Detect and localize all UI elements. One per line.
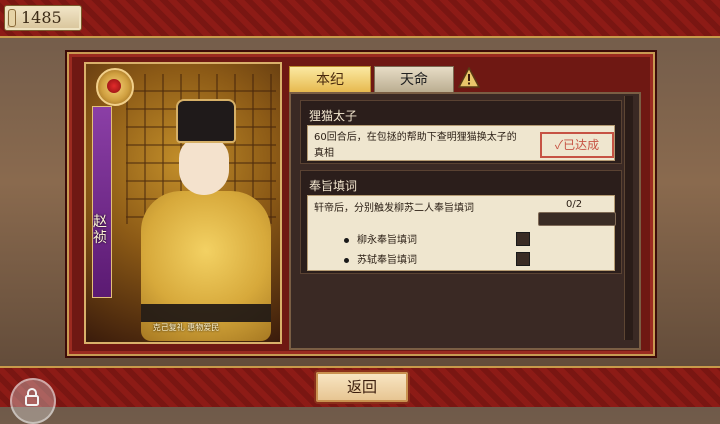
character-name: 赵祯 <box>93 214 107 246</box>
subtask-item: 柳永奉旨填词 <box>344 231 417 246</box>
name-plate <box>92 106 112 298</box>
quest-description: 60回合后，在包拯的帮助下查明狸猫换太子的真相 <box>314 132 517 159</box>
subtask-item: 苏轼奉旨填词 <box>344 251 417 266</box>
quest-card: 奉旨填词 轩帝后，分别触发柳苏二人奉旨填词 0/2 柳永奉旨填词 苏轼奉旨填词 <box>300 170 622 274</box>
lock-icon <box>25 388 39 406</box>
scroll-icon <box>8 9 16 27</box>
subtask-checkbox[interactable] <box>516 232 530 246</box>
top-bar <box>0 0 720 38</box>
progress-bar <box>538 212 616 226</box>
portrait-caption: 克己复礼 惠物爱民 <box>152 323 220 332</box>
subtask-label: 苏轼奉旨填词 <box>357 255 417 266</box>
tab-benji[interactable]: 本纪 <box>289 66 371 93</box>
quest-requirement: 轩帝后，分别触发柳苏二人奉旨填词 <box>314 203 474 214</box>
currency-value: 1485 <box>21 8 62 27</box>
bullet-icon <box>344 257 349 263</box>
character-portrait: 赵祯 克己复礼 惠物爱民 <box>84 62 282 344</box>
quest-body: 60回合后，在包拯的帮助下查明狸猫换太子的真相 ✓已达成 <box>307 125 615 161</box>
back-button[interactable]: 返回 <box>314 370 410 404</box>
currency-badge: 1485 <box>4 5 82 31</box>
quest-title: 奉旨填词 <box>309 179 358 193</box>
quest-body: 轩帝后，分别触发柳苏二人奉旨填词 0/2 柳永奉旨填词 苏轼奉旨填词 <box>307 195 616 271</box>
emperor-figure <box>141 99 271 341</box>
tab-tianming[interactable]: 天命 <box>374 66 454 94</box>
warning-icon[interactable] <box>458 67 480 89</box>
progress-text: 0/2 <box>566 199 583 210</box>
quest-title: 狸猫太子 <box>309 109 358 123</box>
completed-stamp: ✓已达成 <box>540 132 614 158</box>
panel-scrollbar[interactable] <box>624 96 633 340</box>
lock-button[interactable] <box>10 378 56 424</box>
quest-card: 狸猫太子 60回合后，在包拯的帮助下查明狸猫换太子的真相 ✓已达成 <box>300 100 622 164</box>
dragon-emblem-icon <box>96 68 134 106</box>
subtask-label: 柳永奉旨填词 <box>357 235 417 246</box>
subtask-checkbox[interactable] <box>516 252 530 266</box>
bullet-icon <box>344 237 349 243</box>
